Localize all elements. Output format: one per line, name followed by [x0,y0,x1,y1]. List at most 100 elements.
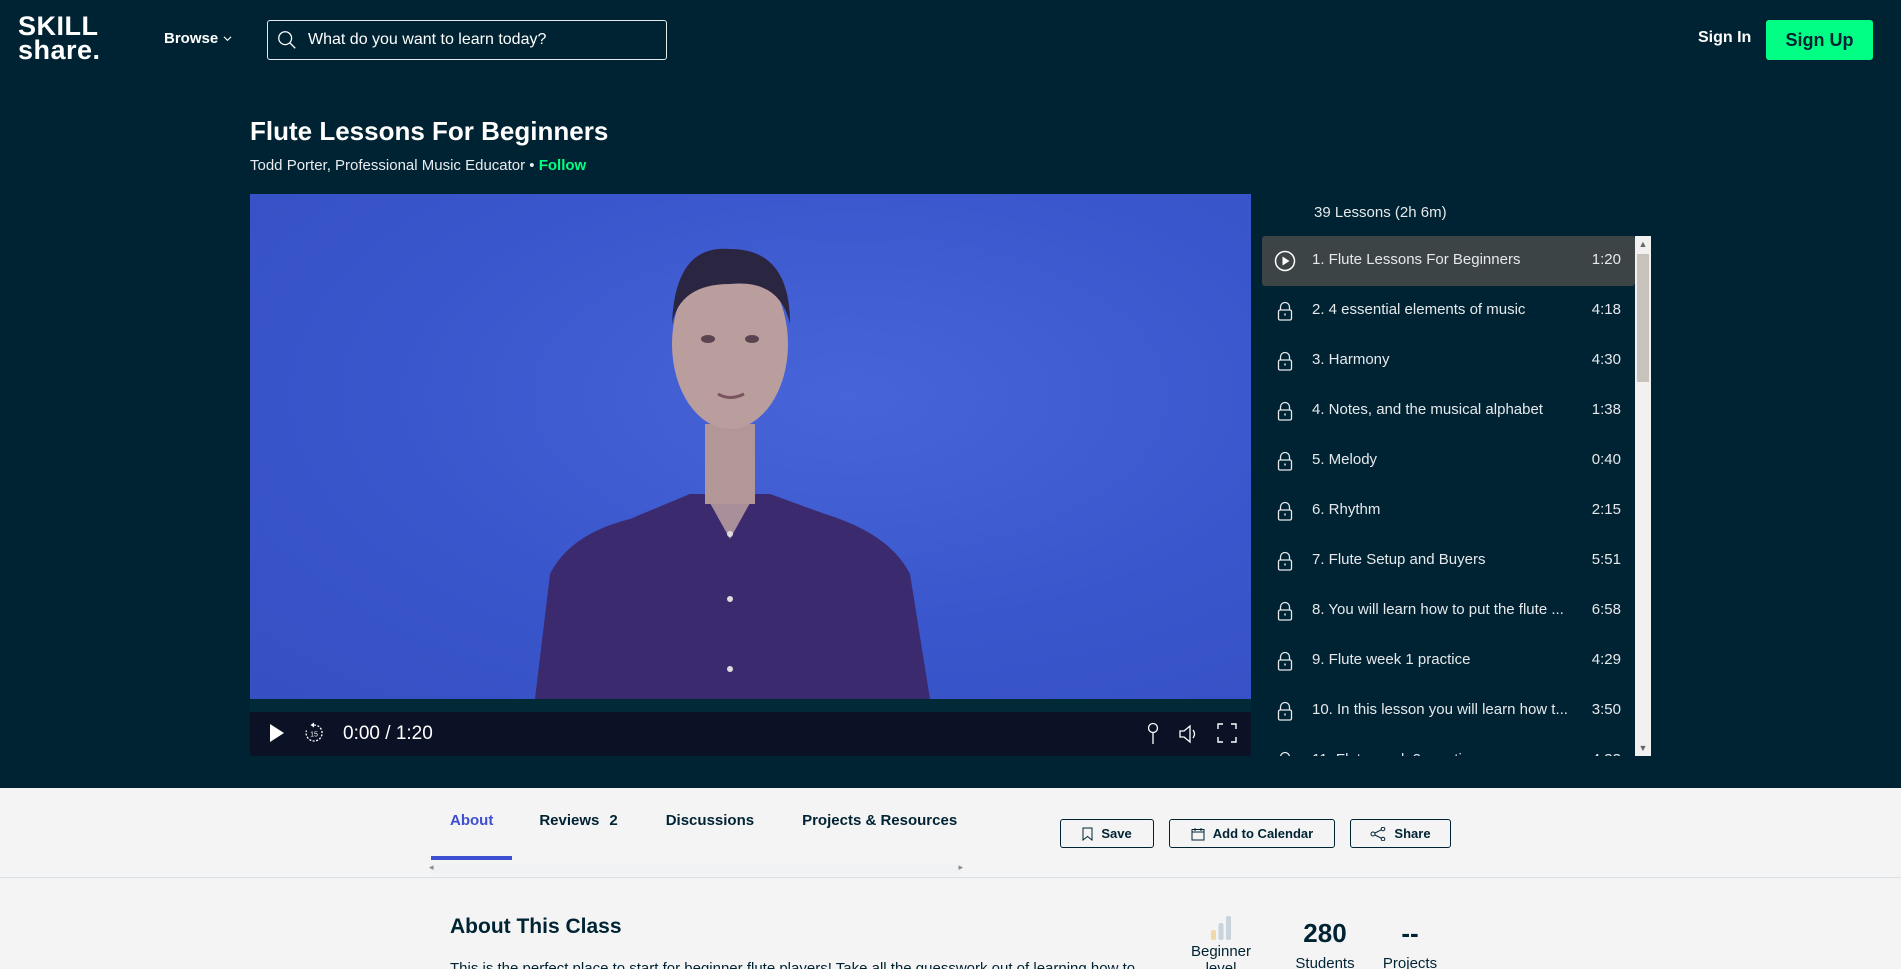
browse-label: Browse [164,30,219,47]
share-label: Share [1394,826,1431,841]
lock-icon [1274,600,1296,622]
projects-label: Projects [1382,955,1438,969]
about-heading: About This Class [450,915,622,938]
lesson-item[interactable]: 10. In this lesson you will learn how t.… [1262,686,1635,736]
lesson-duration: 4:29 [1591,651,1621,668]
lesson-title: 9. Flute week 1 practice [1312,651,1471,668]
scroll-left-arrow-icon[interactable]: ◂ [429,862,434,873]
tabs-scrollbar[interactable]: ◂ ▸ [429,862,963,873]
tab-reviews[interactable]: Reviews 2 [520,808,636,860]
search-input[interactable] [308,31,658,49]
instructor-name[interactable]: Todd Porter, Professional Music Educator [250,157,525,174]
tab-about[interactable]: About [431,808,513,860]
tab-label: Discussions [665,812,755,829]
lock-icon [1274,550,1296,572]
tab-projects-resources[interactable]: Projects & Resources [783,808,976,860]
calendar-icon [1191,827,1205,840]
course-instructor-line: Todd Porter, Professional Music Educator… [250,157,586,174]
lock-icon [1274,400,1296,422]
course-title: Flute Lessons For Beginners [250,116,609,146]
class-tabs: About Reviews 2 Discussions Projects & Re… [431,808,976,860]
lock-icon [1274,450,1296,472]
follow-button[interactable]: Follow [539,157,587,174]
lesson-duration: 1:20 [1591,251,1621,268]
volume-button[interactable] [1177,722,1201,746]
lesson-list[interactable]: 1. Flute Lessons For Beginners 1:20 2. 4 e… [1262,236,1635,756]
logo-line-2: share. [18,35,101,65]
save-button[interactable]: Save [1060,819,1154,848]
browse-menu[interactable]: Browse [164,30,232,47]
lock-icon [1274,300,1296,322]
lesson-title: 7. Flute Setup and Buyers [1312,551,1486,568]
lesson-title: 10. In this lesson you will learn how t.… [1312,701,1568,718]
sign-in-link[interactable]: Sign In [1698,29,1751,47]
pin-button[interactable] [1146,722,1160,746]
lesson-duration: 4:33 [1592,751,1621,756]
lesson-list-scrollbar[interactable]: ▲ ▼ [1635,236,1651,756]
lesson-title: 1. Flute Lessons For Beginners [1312,251,1521,268]
rewind-15-icon: 15 [305,722,323,742]
lesson-item[interactable]: 8. You will learn how to put the flute .… [1262,586,1635,636]
lock-icon [1274,500,1296,522]
play-button[interactable] [268,722,286,744]
scroll-up-arrow-icon[interactable]: ▲ [1635,236,1651,252]
scroll-right-arrow-icon[interactable]: ▸ [958,862,963,873]
lesson-item[interactable]: 4. Notes, and the musical alphabet 1:38 [1262,386,1635,436]
lock-icon [1274,350,1296,372]
lesson-item[interactable]: 6. Rhythm 2:15 [1262,486,1635,536]
lesson-item[interactable]: 9. Flute week 1 practice 4:29 [1262,636,1635,686]
students-stat: 280 Students [1290,918,1360,969]
lesson-duration: 6:58 [1591,601,1621,618]
share-icon [1370,826,1386,841]
about-description: This is the perfect place to start for b… [450,960,1136,969]
rewind-15-button[interactable]: 15 [303,722,325,744]
skillshare-logo[interactable]: SKILL share. [18,13,101,65]
chevron-down-icon [223,36,232,42]
search-box[interactable] [267,20,667,60]
search-icon [278,31,296,49]
lesson-duration: 4:18 [1591,301,1621,318]
scrollbar-thumb[interactable] [1637,254,1649,382]
sign-up-button[interactable]: Sign Up [1766,20,1873,60]
add-to-calendar-button[interactable]: Add to Calendar [1169,819,1335,848]
player-controls: 15 0:00 / 1:20 [250,712,1251,756]
pin-icon [1147,722,1159,744]
scroll-down-arrow-icon[interactable]: ▼ [1635,740,1651,756]
lesson-item[interactable]: 3. Harmony 4:30 [1262,336,1635,386]
lesson-item[interactable]: 5. Melody 0:40 [1262,436,1635,486]
lesson-title: 6. Rhythm [1312,501,1381,518]
progress-track[interactable] [250,699,1251,712]
bookmark-icon [1082,827,1093,841]
play-icon [270,724,284,742]
tab-discussions[interactable]: Discussions [647,808,773,860]
lesson-item[interactable]: 7. Flute Setup and Buyers 5:51 [1262,536,1635,586]
level-stat: Beginner level [1176,913,1266,969]
lesson-title: 8. You will learn how to put the flute .… [1312,601,1564,618]
students-count: 280 [1303,918,1347,948]
fullscreen-button[interactable] [1216,722,1238,744]
lesson-duration: 1:38 [1591,401,1621,418]
share-button[interactable]: Share [1350,819,1451,848]
lessons-summary: 39 Lessons (2h 6m) [1314,204,1447,221]
volume-icon [1179,724,1196,744]
level-bars-icon [1211,916,1231,940]
lesson-item[interactable]: 1. Flute Lessons For Beginners 1:20 [1262,236,1635,286]
lesson-title: 2. 4 essential elements of music [1312,301,1526,318]
lesson-duration: 3:50 [1591,701,1621,718]
video-player[interactable]: 15 0:00 / 1:20 [250,194,1251,756]
tab-label: Projects & Resources [802,812,958,829]
separator: • [525,157,539,174]
level-label: Beginner level [1190,943,1252,969]
svg-text:15: 15 [310,732,318,739]
lesson-title: 11. Flute week 2 practice [1312,751,1478,756]
lesson-duration: 0:40 [1591,451,1621,468]
reviews-count-badge: 2 [609,812,618,829]
save-label: Save [1101,826,1132,841]
calendar-label: Add to Calendar [1212,826,1314,841]
instructor-video-image [535,248,930,699]
lesson-item[interactable]: 2. 4 essential elements of music 4:18 [1262,286,1635,336]
lesson-item[interactable]: 11. Flute week 2 practice 4:33 [1262,736,1635,756]
students-label: Students [1295,955,1355,969]
lesson-duration: 4:30 [1591,351,1621,368]
lock-icon [1274,650,1296,672]
